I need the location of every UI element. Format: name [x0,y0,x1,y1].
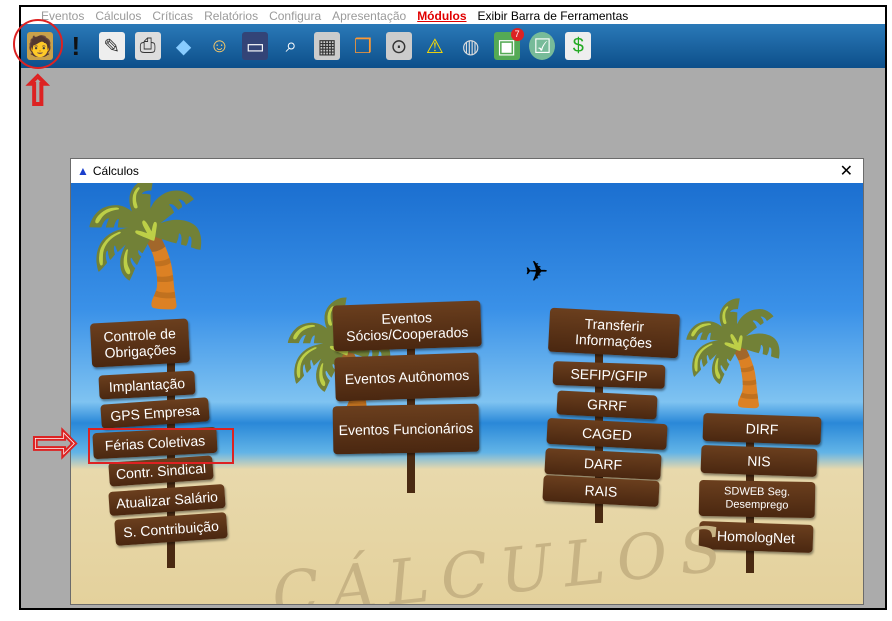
menu-relatorios[interactable]: Relatórios [204,9,258,23]
printer-icon[interactable]: ⎙ [134,32,161,60]
highlight-ferias-box [88,428,234,464]
close-icon[interactable]: ✕ [840,161,853,181]
up-arrow-annotation: ⇧ [21,69,56,115]
highlight-circle [13,19,63,69]
magnifier-icon[interactable]: ⌕ [278,32,304,60]
pen-icon[interactable]: ✎ [98,32,125,60]
calculator-icon[interactable]: ▦ [314,32,341,60]
sign-implantacao[interactable]: Implantação [98,370,196,400]
checklist-icon[interactable]: ☑ [529,32,556,60]
monitor-icon[interactable]: ▭ [242,32,269,60]
window-logo-icon: ▲ [77,164,89,178]
toolbar: 🧑 ! ✎ ⎙ ◆ ☺ ▭ ⌕ ▦ ❒ ⊙ ⚠ ◍ ▣ 7 ☑ $ [21,24,885,68]
sign-rais[interactable]: RAIS [542,474,660,508]
calendar-badge: 7 [510,28,524,41]
paint-bucket-icon[interactable]: ◆ [171,32,197,60]
menu-bar: Eventos Cálculos Críticas Relatórios Con… [21,7,885,24]
palm-tree-right: 🌴 [671,297,796,409]
sign-dirf[interactable]: DIRF [702,412,822,446]
menu-configura[interactable]: Configura [269,9,321,23]
database-icon[interactable]: ◍ [458,32,484,60]
book-icon[interactable]: ❒ [350,32,376,60]
menu-exibir-barra[interactable]: Exibir Barra de Ferramentas [478,9,629,23]
calendar-icon[interactable]: ▣ 7 [493,28,524,60]
sign-transferir-informacoes[interactable]: Transferir Informações [547,307,681,359]
sign-controle-obrigacoes[interactable]: Controle de Obrigações [89,318,191,368]
sign-grrf[interactable]: GRRF [556,390,658,420]
warning-icon[interactable]: ⚠ [422,32,448,60]
users-key-icon[interactable]: ☺ [206,32,232,60]
money-doc-icon[interactable]: $ [565,32,592,60]
exclamation-icon[interactable]: ! [63,31,89,61]
sign-atualizar-salario[interactable]: Atualizar Salário [108,483,226,517]
calculos-window: ▲ Cálculos ✕ 🌴 🌴 🌴 ✈ Controle de Obrigaç… [70,158,864,605]
calculos-scene: 🌴 🌴 🌴 ✈ Controle de Obrigações Implantaç… [71,183,863,604]
search-doc-icon[interactable]: ⊙ [385,32,412,60]
sign-eventos-funcionarios[interactable]: Eventos Funcionários [332,403,480,455]
window-title: Cálculos [92,164,139,178]
sand-writing: CÁLCULOS [268,510,738,604]
sign-caged[interactable]: CAGED [546,417,668,451]
window-titlebar: ▲ Cálculos ✕ [71,159,863,183]
menu-modulos[interactable]: Módulos [417,9,466,23]
right-arrow-annotation: ⇨ [31,410,80,473]
sign-nis[interactable]: NIS [700,444,818,478]
sign-eventos-autonomos[interactable]: Eventos Autônomos [334,352,480,402]
sign-s-contribuicao[interactable]: S. Contribuição [114,512,228,546]
menu-apresentacao[interactable]: Apresentação [332,9,406,23]
menu-criticas[interactable]: Críticas [152,9,193,23]
sign-eventos-socios[interactable]: Eventos Sócios/Cooperados [332,300,482,352]
sign-sefip-gfip[interactable]: SEFIP/GFIP [552,361,666,389]
menu-calculos[interactable]: Cálculos [95,9,141,23]
airplane-icon: ✈ [525,256,549,287]
